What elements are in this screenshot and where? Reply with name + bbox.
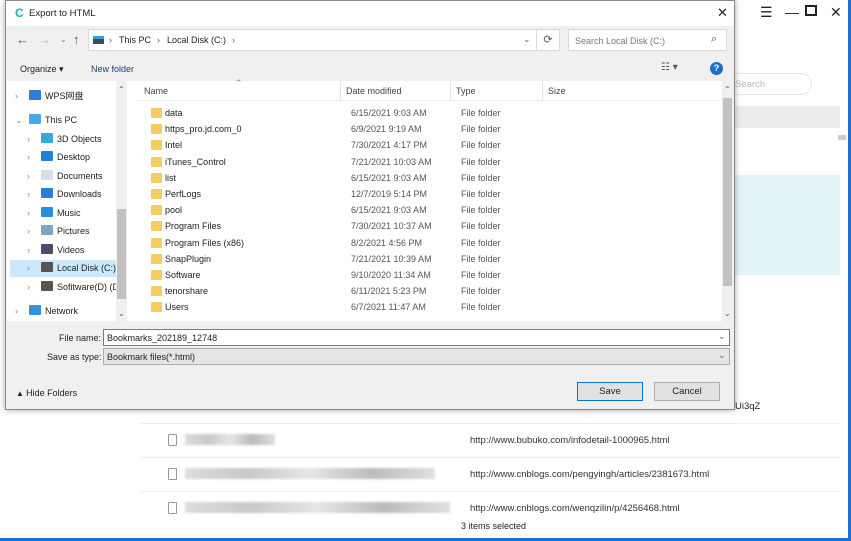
- maximize-button[interactable]: [805, 5, 817, 16]
- folder-icon: [151, 124, 162, 135]
- file-row[interactable]: Software 9/10/2020 11:34 AM File folder: [143, 267, 723, 283]
- save-button[interactable]: Save: [577, 382, 643, 401]
- blurred-title: [185, 502, 450, 513]
- folder-icon: [151, 108, 162, 118]
- file-row[interactable]: pool 6/15/2021 9:03 AM File folder: [143, 202, 723, 218]
- table-row[interactable]: http://www.cnblogs.com/pengyingh/article…: [140, 458, 840, 492]
- file-icon: [168, 434, 177, 446]
- folder-icon: [151, 172, 162, 183]
- file-name-label: File name:: [59, 333, 102, 343]
- file-row[interactable]: tenorshare 6/11/2021 5:23 PM File folder: [143, 283, 723, 299]
- file-scrollbar[interactable]: ⌃ ⌄: [722, 81, 733, 321]
- blurred-title: [185, 468, 435, 479]
- file-row[interactable]: PerfLogs 12/7/2019 5:14 PM File folder: [143, 186, 723, 202]
- file-row[interactable]: https_pro.jd.com_0 6/9/2021 9:19 AM File f…: [143, 121, 723, 137]
- chevron-down-icon[interactable]: ⌄: [718, 331, 726, 342]
- file-list: data 6/15/2021 9:03 AM File folder https_pr…: [6, 1, 726, 319]
- folder-icon: [151, 286, 162, 297]
- folder-icon: [151, 156, 162, 167]
- blurred-title: [185, 434, 275, 445]
- save-dialog: C Export to HTML ✕ ← → ⌄ ↑ › This PC › L…: [5, 0, 735, 410]
- save-type-select[interactable]: Bookmark files(*.html) ⌄: [103, 348, 730, 365]
- file-row[interactable]: Program Files (x86) 8/2/2021 4:56 PM File …: [143, 235, 723, 251]
- scrollbar[interactable]: [838, 135, 846, 140]
- minimize-button[interactable]: —: [785, 4, 799, 20]
- chevron-down-icon[interactable]: ⌄: [718, 350, 726, 361]
- file-row[interactable]: SnapPlugin 7/21/2021 10:39 AM File folder: [143, 251, 723, 267]
- folder-icon: [151, 140, 162, 151]
- table-row[interactable]: http://www.bubuko.com/infodetail-1000965…: [140, 424, 840, 458]
- file-row[interactable]: Program Files 7/30/2021 10:37 AM File fold…: [143, 218, 723, 234]
- folder-icon: [151, 189, 162, 199]
- folder-icon: [151, 221, 162, 232]
- file-icon: [168, 502, 177, 514]
- folder-icon: [151, 253, 162, 264]
- folder-icon: [151, 237, 162, 248]
- file-icon: [168, 468, 177, 480]
- close-button[interactable]: ✕: [830, 4, 842, 21]
- save-type-label: Save as type:: [47, 352, 102, 362]
- cancel-button[interactable]: Cancel: [654, 382, 720, 401]
- folder-icon: [151, 205, 162, 216]
- hide-folders-button[interactable]: ▲ Hide Folders: [16, 388, 77, 398]
- file-row[interactable]: Users 6/7/2021 11:47 AM File folder: [143, 299, 723, 315]
- chevron-up-icon: ▲: [16, 389, 27, 398]
- file-row[interactable]: list 6/15/2021 9:03 AM File folder: [143, 170, 723, 186]
- file-row[interactable]: data 6/15/2021 9:03 AM File folder: [143, 105, 723, 121]
- file-row[interactable]: iTunes_Control 7/21/2021 10:03 AM File fol…: [143, 154, 723, 170]
- file-row[interactable]: Intel 7/30/2021 4:17 PM File folder: [143, 137, 723, 153]
- folder-icon: [151, 270, 162, 280]
- menu-icon[interactable]: ☰: [760, 4, 773, 21]
- folder-icon: [151, 302, 162, 313]
- file-name-input[interactable]: Bookmarks_202189_12748 ⌄: [103, 329, 730, 346]
